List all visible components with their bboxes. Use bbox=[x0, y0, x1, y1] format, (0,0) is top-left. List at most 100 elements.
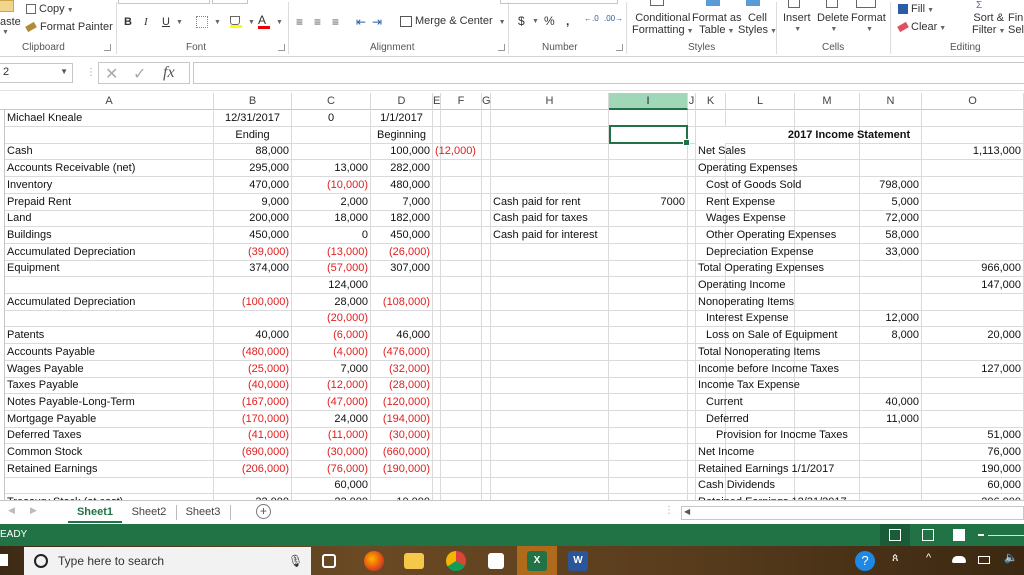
empty-cell[interactable] bbox=[696, 110, 726, 127]
empty-cell[interactable] bbox=[795, 160, 860, 177]
cell-c23[interactable]: 60,000 bbox=[292, 477, 371, 494]
empty-cell[interactable] bbox=[860, 143, 922, 160]
empty-cell[interactable] bbox=[860, 110, 922, 127]
empty-cell[interactable] bbox=[482, 227, 491, 244]
normal-view-button[interactable] bbox=[880, 524, 910, 546]
empty-cell[interactable] bbox=[922, 194, 1024, 211]
empty-cell[interactable] bbox=[482, 427, 491, 444]
empty-cell[interactable] bbox=[795, 411, 860, 428]
cell-d1[interactable]: 1/1/2017 bbox=[371, 110, 433, 127]
cell-b5[interactable]: 470,000 bbox=[214, 177, 292, 194]
cell-o21[interactable]: 76,000 bbox=[922, 444, 1024, 461]
empty-cell[interactable] bbox=[371, 277, 433, 294]
empty-cell[interactable] bbox=[292, 143, 371, 160]
empty-cell[interactable] bbox=[491, 361, 609, 378]
microphone-icon[interactable]: 🎙 bbox=[288, 547, 303, 575]
empty-cell[interactable] bbox=[609, 394, 688, 411]
empty-cell[interactable] bbox=[441, 310, 482, 327]
empty-cell[interactable] bbox=[214, 277, 292, 294]
cell-c21[interactable]: (30,000) bbox=[292, 444, 371, 461]
volume-icon[interactable]: 🔈 bbox=[1004, 551, 1018, 564]
empty-cell[interactable] bbox=[688, 411, 696, 428]
column-header-i[interactable]: I bbox=[609, 93, 688, 110]
empty-cell[interactable] bbox=[433, 461, 441, 478]
cell-d9[interactable]: (26,000) bbox=[371, 244, 433, 261]
page-break-preview-icon[interactable] bbox=[953, 529, 965, 541]
cell-a18[interactable]: Notes Payable-Long-Term bbox=[5, 394, 214, 411]
increase-indent-icon[interactable]: ⇥ bbox=[372, 15, 382, 29]
empty-cell[interactable] bbox=[688, 210, 696, 227]
empty-cell[interactable] bbox=[795, 444, 860, 461]
empty-cell[interactable] bbox=[433, 194, 441, 211]
zoom-out-icon[interactable] bbox=[978, 534, 984, 536]
empty-cell[interactable] bbox=[609, 427, 688, 444]
empty-cell[interactable] bbox=[482, 477, 491, 494]
alignment-launcher[interactable] bbox=[498, 44, 505, 51]
cell-d3[interactable]: 100,000 bbox=[371, 143, 433, 160]
font-color-dropdown[interactable]: ▼ bbox=[276, 19, 283, 26]
cell-c6[interactable]: 2,000 bbox=[292, 194, 371, 211]
column-header-g[interactable]: G bbox=[482, 93, 491, 110]
empty-cell[interactable] bbox=[433, 310, 441, 327]
insert-function-icon[interactable]: fx bbox=[163, 64, 175, 82]
cell-b16[interactable]: (25,000) bbox=[214, 361, 292, 378]
cell-a22[interactable]: Retained Earnings bbox=[5, 461, 214, 478]
cell-c8[interactable]: 0 bbox=[292, 227, 371, 244]
empty-cell[interactable] bbox=[292, 127, 371, 144]
cell-c17[interactable]: (12,000) bbox=[292, 377, 371, 394]
column-header-l[interactable]: L bbox=[726, 93, 795, 110]
empty-cell[interactable] bbox=[922, 294, 1024, 311]
cell-d2[interactable]: Beginning bbox=[371, 127, 433, 144]
insert-button[interactable]: Insert ▼ bbox=[783, 12, 811, 36]
decrease-indent-icon[interactable]: ⇤ bbox=[356, 15, 366, 29]
empty-cell[interactable] bbox=[922, 160, 1024, 177]
sheet-tab-sheet2[interactable]: Sheet2 bbox=[124, 501, 174, 523]
empty-cell[interactable] bbox=[482, 177, 491, 194]
empty-cell[interactable] bbox=[688, 244, 696, 261]
cell-b10[interactable]: 374,000 bbox=[214, 260, 292, 277]
cell-a24[interactable]: Treasury Stock (at cost) bbox=[5, 494, 214, 500]
empty-cell[interactable] bbox=[609, 244, 688, 261]
cell-c19[interactable]: 24,000 bbox=[292, 411, 371, 428]
column-header-m[interactable]: M bbox=[795, 93, 860, 110]
cell-c4[interactable]: 13,000 bbox=[292, 160, 371, 177]
cell-c16[interactable]: 7,000 bbox=[292, 361, 371, 378]
cell-b15[interactable]: (480,000) bbox=[214, 344, 292, 361]
empty-cell[interactable] bbox=[482, 244, 491, 261]
scroll-tabs-right-icon[interactable]: ▶ bbox=[30, 505, 37, 516]
empty-cell[interactable] bbox=[441, 110, 482, 127]
empty-cell[interactable] bbox=[482, 361, 491, 378]
empty-cell[interactable] bbox=[482, 260, 491, 277]
empty-cell[interactable] bbox=[860, 361, 922, 378]
empty-cell[interactable] bbox=[795, 477, 860, 494]
cell-b7[interactable]: 200,000 bbox=[214, 210, 292, 227]
cell-k20[interactable]: Provision for Inocme Taxes bbox=[696, 427, 848, 444]
empty-cell[interactable] bbox=[609, 210, 688, 227]
empty-cell[interactable] bbox=[795, 194, 860, 211]
cell-n5[interactable]: 798,000 bbox=[860, 177, 922, 194]
cell-c22[interactable]: (76,000) bbox=[292, 461, 371, 478]
empty-cell[interactable] bbox=[441, 294, 482, 311]
cell-b22[interactable]: (206,000) bbox=[214, 461, 292, 478]
cell-b4[interactable]: 295,000 bbox=[214, 160, 292, 177]
column-header-e[interactable]: E bbox=[433, 93, 441, 110]
empty-cell[interactable] bbox=[482, 110, 491, 127]
sticky-notes-icon[interactable] bbox=[488, 553, 504, 569]
cell-a12[interactable]: Accumulated Depreciation bbox=[5, 294, 214, 311]
cell-b2[interactable]: Ending bbox=[214, 127, 292, 144]
empty-cell[interactable] bbox=[433, 210, 441, 227]
cell-k24[interactable]: Retained Earnings 12/31/2017 bbox=[696, 494, 847, 500]
empty-cell[interactable] bbox=[482, 327, 491, 344]
empty-cell[interactable] bbox=[441, 227, 482, 244]
decrease-decimal-icon[interactable]: .00→ bbox=[604, 14, 623, 23]
cell-a3[interactable]: Cash bbox=[5, 143, 214, 160]
sheet-tab-sheet1[interactable]: Sheet1 bbox=[68, 501, 122, 523]
font-color-button[interactable]: A bbox=[258, 13, 270, 29]
column-header-c[interactable]: C bbox=[292, 93, 371, 110]
empty-cell[interactable] bbox=[922, 244, 1024, 261]
cell-k5[interactable]: Cost of Goods Sold bbox=[696, 177, 801, 194]
formula-input[interactable] bbox=[193, 62, 1024, 84]
empty-cell[interactable] bbox=[441, 427, 482, 444]
cell-n7[interactable]: 72,000 bbox=[860, 210, 922, 227]
cell-b18[interactable]: (167,000) bbox=[214, 394, 292, 411]
